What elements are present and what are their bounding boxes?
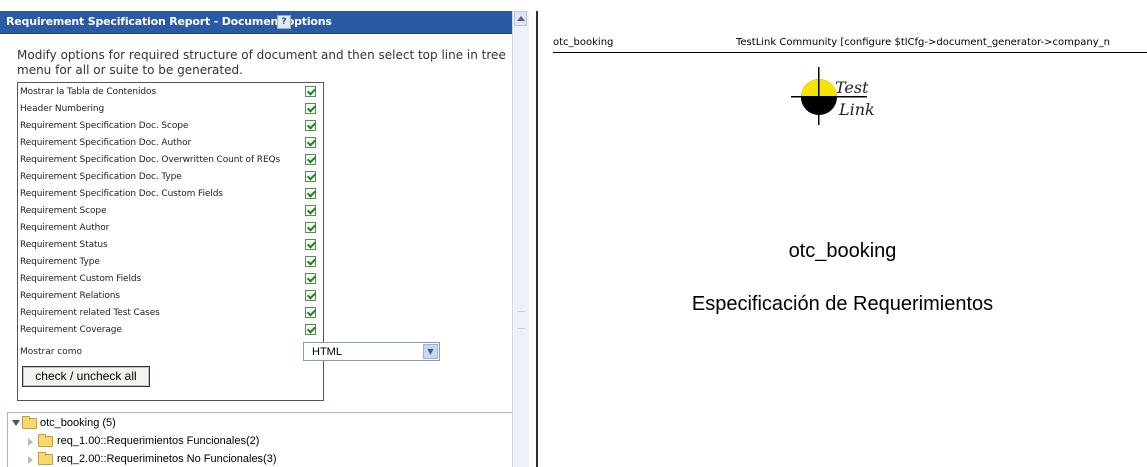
option-row: Mostrar la Tabla de Contenidos [20,84,320,101]
option-checkbox[interactable] [305,205,316,216]
option-row: Requirement Specification Doc. Overwritt… [20,152,320,169]
tree-node-label: req_1.00::Requerimientos Funcionales(2) [57,435,260,447]
option-checkbox[interactable] [305,171,316,182]
option-checkbox[interactable] [305,273,316,284]
option-row: Requirement Specification Doc. Custom Fi… [20,186,320,203]
option-label: Header Numbering [20,104,105,114]
collapsed-toggle-icon[interactable] [28,456,33,464]
option-row: Requirement Status [20,237,320,254]
option-row: Requirement related Test Cases [20,305,320,322]
doc-header-project: otc_booking [553,37,614,48]
header-divider [553,52,1147,53]
option-row: Requirement Custom Fields [20,271,320,288]
scroll-up-arrow-icon[interactable] [514,11,527,26]
option-label: Requirement Relations [20,291,120,301]
format-selected-value: HTML [312,346,342,358]
option-row: Requirement Author [20,220,320,237]
logo-quadrant [801,79,819,97]
folder-icon [38,452,53,465]
logo-quadrant [801,97,819,115]
panel-header: Requirement Specification Report - Docum… [0,11,512,34]
option-label: Requirement Status [20,240,108,250]
option-checkbox[interactable] [305,103,316,114]
option-checkbox[interactable] [305,86,316,97]
option-checkbox[interactable] [305,307,316,318]
option-checkbox[interactable] [305,239,316,250]
option-label: Requirement Specification Doc. Overwritt… [20,155,281,165]
tree-menu: otc_booking (5) req_1.00::Requerimientos… [7,412,512,467]
option-row: Requirement Relations [20,288,320,305]
option-label: Requirement Author [20,223,110,233]
option-row: Requirement Specification Doc. Type [20,169,320,186]
expanded-toggle-icon[interactable] [12,420,20,426]
collapsed-toggle-icon[interactable] [28,438,33,446]
option-label: Requirement Custom Fields [20,274,142,284]
format-label: Mostrar como [20,347,82,357]
option-label: Requirement Coverage [20,325,122,335]
option-row: Header Numbering [20,101,320,118]
option-row: Requirement Specification Doc. Author [20,135,320,152]
document-options-pane: Requirement Specification Report - Docum… [0,0,512,467]
option-label: Requirement Specification Doc. Scope [20,121,189,131]
option-label: Requirement Specification Doc. Type [20,172,182,182]
document-title: otc_booking [788,240,897,262]
tree-node-label: otc_booking (5) [40,417,116,429]
document-preview: otc_booking TestLink Community [configur… [538,11,1147,467]
option-checkbox[interactable] [305,120,316,131]
option-checkbox[interactable] [305,188,316,199]
help-icon[interactable]: ? [277,15,291,29]
check-uncheck-all-button[interactable]: check / uncheck all [22,366,150,387]
options-table: Mostrar la Tabla de Contenidos Header Num… [17,82,440,401]
option-label: Mostrar la Tabla de Contenidos [20,87,157,97]
chevron-down-icon[interactable]: ▼ [423,344,438,359]
option-row: Requirement Specification Doc. Scope [20,118,320,135]
option-checkbox[interactable] [305,137,316,148]
option-label: Requirement Type [20,257,100,267]
option-label: Requirement Scope [20,206,107,216]
logo-text-link: Link [838,100,875,119]
logo-text-test: Test [835,78,869,97]
testlink-logo: Test Link [791,67,875,125]
option-row: Requirement Scope [20,203,320,220]
option-checkbox[interactable] [305,154,316,165]
option-row: Requirement Type [20,254,320,271]
scroll-grip-icon[interactable] [517,311,525,329]
doc-header-company: TestLink Community [configure $tlCfg->do… [736,37,1110,48]
folder-open-icon [22,416,37,429]
option-label: Requirement related Test Cases [20,308,160,318]
instructions-text: Modify options for required structure of… [17,48,506,77]
option-checkbox[interactable] [305,324,316,335]
option-checkbox[interactable] [305,290,316,301]
option-label: Requirement Specification Doc. Author [20,138,192,148]
logo-line [818,67,820,125]
tree-node-label: req_2.00::Requeriminetos No Funcionales(… [57,453,277,465]
format-select[interactable]: HTML ▼ [303,342,440,361]
option-checkbox[interactable] [305,222,316,233]
vertical-scrollbar[interactable] [512,11,529,467]
option-label: Requirement Specification Doc. Custom Fi… [20,189,223,199]
option-row: Requirement Coverage [20,322,320,339]
option-checkbox[interactable] [305,256,316,267]
document-subtitle: Especificación de Requerimientos [691,293,994,315]
folder-icon [38,434,53,447]
